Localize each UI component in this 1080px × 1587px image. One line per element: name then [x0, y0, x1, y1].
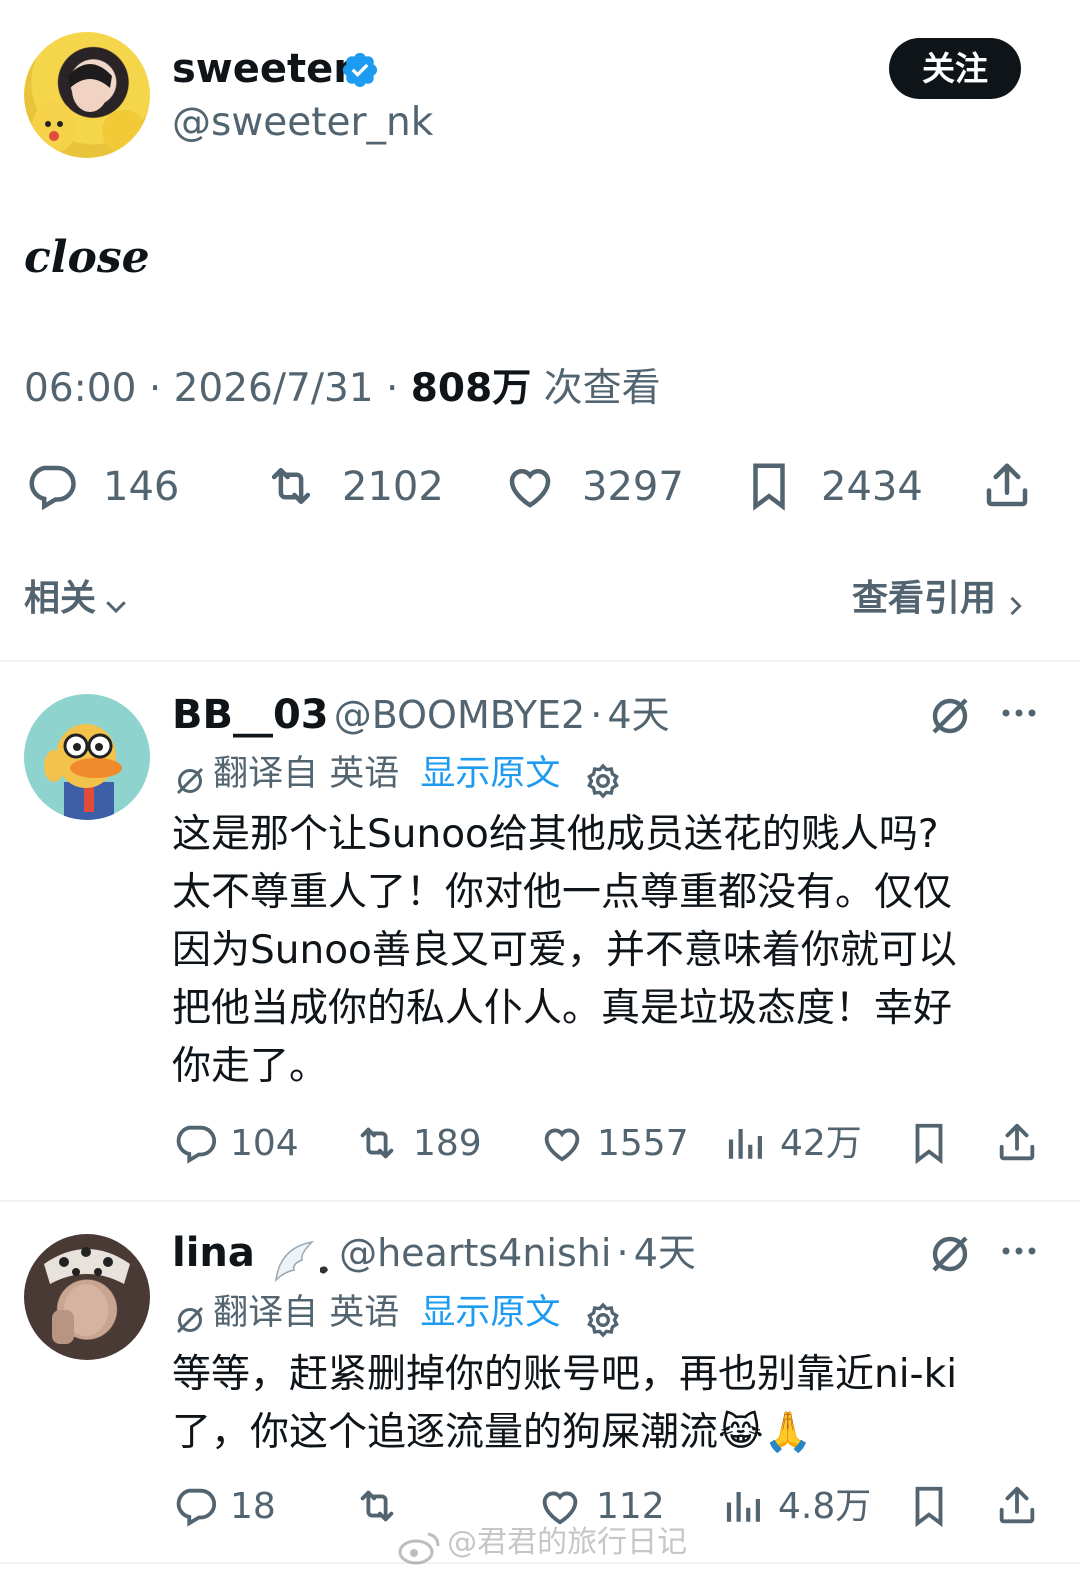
angel-wing-icon: [270, 1238, 334, 1286]
related-dropdown[interactable]: 相关: [24, 574, 131, 624]
reply-header: lina @hearts4nishi · 4天: [172, 1226, 696, 1282]
related-label: 相关: [24, 578, 97, 619]
post-actions: 146 2102 3297 2434: [0, 455, 1080, 519]
watermark-text: @君君的旅行日记: [447, 1525, 688, 1560]
reply-actions: 104 189 1557 42万: [0, 1118, 1080, 1168]
share-icon[interactable]: [994, 1120, 1040, 1166]
reply-icon[interactable]: [172, 1483, 218, 1529]
settings-gear-icon[interactable]: [583, 1300, 623, 1340]
reply-text: 等等，赶紧删掉你的账号吧，再也别靠近ni-ki 了，你这个追逐流量的狗屎潮流😹🙏: [172, 1352, 958, 1455]
reply-display-name[interactable]: lina: [172, 1230, 255, 1276]
weibo-logo-icon: [398, 1530, 442, 1566]
grok-icon[interactable]: [926, 1230, 974, 1278]
reply-handle[interactable]: @BOOMBYE2: [334, 693, 585, 737]
repost-icon[interactable]: [352, 1483, 402, 1529]
show-original-link[interactable]: 显示原文: [420, 754, 560, 794]
reply-icon[interactable]: [172, 1120, 218, 1166]
author-display-name[interactable]: sweeter: [172, 44, 353, 94]
translation-bar: 翻译自 英语 显示原文: [172, 1289, 623, 1337]
translated-from-label: 翻译自 英语: [213, 1293, 400, 1333]
translate-icon: [172, 1302, 208, 1338]
translate-icon: [172, 763, 208, 799]
reply-count: 146: [103, 464, 180, 510]
reply-count: 18: [230, 1486, 276, 1527]
reply-display-name[interactable]: BB__03: [172, 692, 329, 738]
like-count: 112: [596, 1486, 665, 1527]
meta-separator: ·: [386, 366, 411, 411]
share-icon[interactable]: [994, 1483, 1040, 1529]
translation-bar: 翻译自 英语 显示原文: [172, 750, 623, 798]
bookmark-icon[interactable]: [906, 1120, 952, 1166]
reply-avatar[interactable]: [24, 694, 150, 820]
show-original-link[interactable]: 显示原文: [420, 1293, 560, 1333]
repost-icon[interactable]: [352, 1120, 402, 1166]
views-label: 次查看: [543, 366, 661, 411]
divider: [0, 1200, 1080, 1202]
settings-gear-icon[interactable]: [583, 761, 623, 801]
verified-badge-icon: [340, 50, 380, 90]
reply-icon[interactable]: [24, 459, 78, 513]
reply-age[interactable]: 4天: [607, 693, 669, 737]
reply-header: BB__03 @BOOMBYE2 · 4天: [172, 688, 670, 742]
grok-icon[interactable]: [926, 692, 974, 740]
translated-from-label: 翻译自 英语: [213, 754, 400, 794]
like-icon[interactable]: [502, 459, 558, 513]
repost-count: 2102: [342, 464, 444, 510]
repost-count: 189: [413, 1123, 482, 1164]
author-handle[interactable]: @sweeter_nk: [172, 98, 433, 148]
views-count: 42万: [780, 1123, 862, 1164]
divider: [0, 660, 1080, 662]
watermark: @君君的旅行日记: [398, 1522, 687, 1564]
meta-separator: ·: [148, 366, 174, 411]
share-icon[interactable]: [980, 459, 1034, 513]
bookmark-icon[interactable]: [906, 1483, 952, 1529]
reply-avatar[interactable]: [24, 1234, 150, 1360]
bookmark-icon[interactable]: [742, 459, 796, 513]
post-text: close: [24, 232, 150, 283]
views-count: 808万: [410, 366, 532, 411]
repost-icon[interactable]: [262, 459, 320, 513]
like-count: 3297: [582, 464, 684, 510]
views-icon[interactable]: [722, 1483, 764, 1529]
more-icon[interactable]: [998, 1236, 1040, 1266]
post-date[interactable]: 2026/7/31: [174, 366, 374, 411]
reply-handle[interactable]: @hearts4nishi: [339, 1231, 611, 1275]
chevron-down-icon: [101, 591, 131, 621]
like-icon[interactable]: [538, 1120, 586, 1166]
chevron-right-icon: [1001, 591, 1029, 621]
post-meta: 06:00 · 2026/7/31 · 808万 次查看: [24, 364, 661, 414]
post-time[interactable]: 06:00: [24, 366, 136, 411]
author-avatar[interactable]: [24, 32, 150, 158]
like-count: 1557: [597, 1123, 689, 1164]
views-icon[interactable]: [724, 1120, 766, 1166]
view-quotes-label: 查看引用: [852, 578, 997, 619]
views-count: 4.8万: [778, 1486, 872, 1527]
reply-age[interactable]: 4天: [634, 1231, 696, 1275]
more-icon[interactable]: [998, 698, 1040, 728]
follow-button[interactable]: 关注: [889, 38, 1021, 99]
reply-text: 这是那个让Sunoo给其他成员送花的贱人吗? 太不尊重人了！你对他一点尊重都没有…: [172, 812, 957, 1089]
meta-separator: ·: [590, 693, 603, 737]
bookmark-count: 2434: [821, 464, 923, 510]
view-quotes-link[interactable]: 查看引用: [852, 574, 1029, 624]
reply-count: 104: [230, 1123, 299, 1164]
meta-separator: ·: [616, 1231, 629, 1275]
